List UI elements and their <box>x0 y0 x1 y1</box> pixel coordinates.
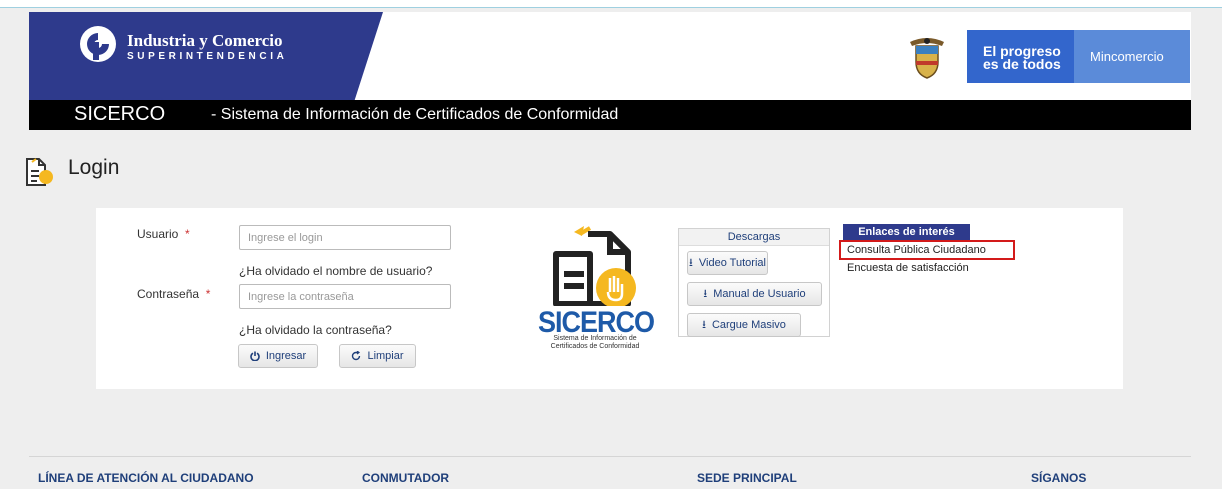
password-input[interactable] <box>239 284 451 309</box>
forgot-password-link[interactable]: ¿Ha olvidado la contraseña? <box>239 323 392 337</box>
user-label-text: Usuario <box>137 227 179 241</box>
mincomercio-badge: Mincomercio <box>1074 30 1190 83</box>
coat-of-arms-icon <box>910 38 944 79</box>
clear-button-label: Limpiar <box>367 350 404 362</box>
footer-citizen-line: LÍNEA DE ATENCIÓN AL CIUDADANO <box>38 471 254 485</box>
required-mark: * <box>205 287 211 301</box>
sic-logo-icon <box>80 26 116 62</box>
links-title: Enlaces de interés <box>843 224 970 241</box>
download-icon: ⭳ <box>703 287 708 300</box>
site-header: Industria y Comercio SUPERINTENDENCIA El… <box>29 12 1191 100</box>
login-button-label: Ingresar <box>265 350 307 362</box>
password-label: Contraseña * <box>137 287 210 301</box>
sicerco-logo-caption: Sistema de Información de Certificados d… <box>536 335 654 351</box>
required-mark: * <box>185 227 190 241</box>
footer-main-office: SEDE PRINCIPAL <box>697 471 797 485</box>
user-label: Usuario * <box>137 227 190 241</box>
system-title-bar: SICERCO - Sistema de Información de Cert… <box>29 100 1191 130</box>
password-label-text: Contraseña <box>137 287 200 301</box>
clear-button[interactable]: Limpiar <box>339 344 416 368</box>
satisfaction-survey-link[interactable]: Encuesta de satisfacción <box>847 262 969 274</box>
download-icon: ⭳ <box>702 318 706 331</box>
bulk-upload-label: Cargue Masivo <box>711 319 786 331</box>
login-button[interactable]: Ingresar <box>238 344 318 368</box>
username-input[interactable] <box>239 225 451 250</box>
login-panel: Usuario * ¿Ha olvidado el nombre de usua… <box>96 208 1123 389</box>
caption-line-2: Certificados de Conformidad <box>550 343 640 350</box>
footer-follow-us: SÍGANOS <box>1031 471 1087 485</box>
sic-banner: Industria y Comercio SUPERINTENDENCIA <box>29 12 383 100</box>
refresh-icon <box>352 351 361 361</box>
sic-name: Industria y Comercio <box>127 31 283 50</box>
page-title: Login <box>68 156 120 179</box>
download-icon: ⭳ <box>689 256 693 269</box>
public-query-link[interactable]: Consulta Pública Ciudadano <box>847 244 986 256</box>
video-tutorial-button[interactable]: ⭳ Video Tutorial <box>687 251 768 275</box>
sic-subtitle: SUPERINTENDENCIA <box>127 51 288 62</box>
power-icon <box>250 351 260 361</box>
sicerco-logo-word: SICERCO <box>538 305 655 339</box>
downloads-panel: Descargas ⭳ Video Tutorial ⭳ Manual de U… <box>678 228 830 337</box>
caption-line-1: Sistema de Información de <box>553 335 637 342</box>
system-full-name: - Sistema de Información de Certificados… <box>211 106 619 123</box>
video-tutorial-label: Video Tutorial <box>698 257 766 269</box>
system-acronym: SICERCO <box>74 103 166 125</box>
user-manual-label: Manual de Usuario <box>713 288 806 300</box>
sicerco-logo-icon <box>553 226 636 306</box>
government-brand: El progreso es de todos Mincomercio <box>899 30 1190 83</box>
downloads-title: Descargas <box>679 229 829 246</box>
login-document-icon <box>26 158 53 186</box>
bulk-upload-button[interactable]: ⭳ Cargue Masivo <box>687 313 801 337</box>
footer-switchboard: CONMUTADOR <box>362 471 450 485</box>
gov-progress-badge: El progreso es de todos <box>967 30 1074 83</box>
top-strip <box>0 0 1222 8</box>
user-manual-button[interactable]: ⭳ Manual de Usuario <box>687 282 822 306</box>
footer-divider <box>29 456 1191 457</box>
forgot-username-link[interactable]: ¿Ha olvidado el nombre de usuario? <box>239 264 432 278</box>
